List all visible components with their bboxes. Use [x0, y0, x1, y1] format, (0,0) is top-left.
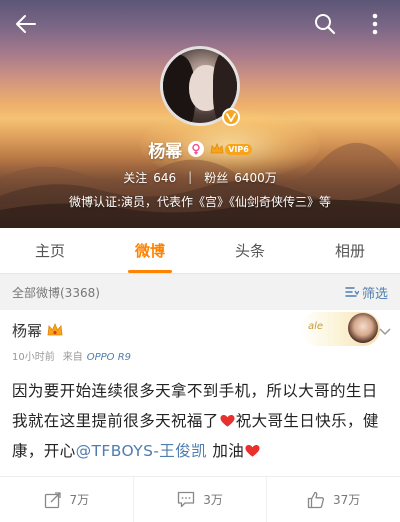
- vip-crown-icon: [46, 322, 64, 338]
- post-actions: 7万 3万 37万: [0, 476, 400, 522]
- tab-headlines[interactable]: 头条: [200, 228, 300, 273]
- back-button[interactable]: [10, 8, 42, 40]
- all-posts-count: 全部微博(3368): [12, 285, 100, 300]
- crown-icon: [210, 143, 224, 154]
- like-count: 37万: [333, 493, 361, 507]
- post-source-label: 来自: [62, 352, 83, 363]
- stats-divider: |: [188, 170, 193, 184]
- thumbs-up-icon: [307, 491, 325, 508]
- search-icon: [315, 14, 336, 35]
- tab-album[interactable]: 相册: [300, 228, 400, 273]
- filter-label: 筛选: [361, 286, 388, 302]
- profile-tabs: 主页 微博 头条 相册: [0, 228, 400, 274]
- post-meta: 10小时前 来自 OPPO R9: [12, 348, 131, 363]
- post-author-name[interactable]: 杨幂: [12, 320, 42, 341]
- repost-icon: [44, 491, 61, 508]
- follow-label: 关注: [123, 170, 148, 185]
- post-card[interactable]: ale 杨幂 10小时前 来自 OPPO R9 因为要开始连续很多天拿不到手机，所以…: [0, 310, 400, 522]
- filter-button[interactable]: 筛选: [345, 283, 388, 302]
- arrow-left-icon: [16, 15, 36, 33]
- fans-stat[interactable]: 粉丝 6400万: [204, 169, 277, 186]
- profile-name: 杨幂: [148, 141, 183, 162]
- like-button[interactable]: 37万: [266, 477, 400, 522]
- card-decoration: ale: [300, 312, 380, 346]
- post-mention-link[interactable]: @TFBOYS-王俊凯: [76, 442, 207, 460]
- repost-count: 7万: [69, 493, 90, 507]
- chevron-down-icon: [379, 328, 391, 336]
- follow-stat[interactable]: 关注 646: [123, 169, 176, 186]
- post-device[interactable]: OPPO R9: [87, 352, 131, 363]
- tab-weibo[interactable]: 微博: [100, 228, 200, 273]
- card-decoration-text: ale: [308, 321, 324, 332]
- heart-icon: [220, 415, 235, 427]
- comment-icon: [178, 491, 195, 508]
- filter-icon: [345, 287, 359, 297]
- card-decoration-portrait: [348, 313, 378, 343]
- vip-level-label: VIP6: [225, 143, 252, 155]
- post-menu-button[interactable]: [377, 324, 393, 340]
- female-gender-icon: [188, 141, 205, 157]
- more-options-button[interactable]: [360, 9, 390, 39]
- fans-count: 6400万: [234, 170, 277, 185]
- fans-label: 粉丝: [204, 170, 229, 185]
- profile-name-row: 杨幂 VIP6: [0, 136, 400, 162]
- vip-badge[interactable]: VIP6: [210, 143, 252, 155]
- repost-button[interactable]: 7万: [0, 477, 133, 522]
- heart-icon: [245, 445, 260, 457]
- search-button[interactable]: [310, 9, 340, 39]
- verified-v-icon: [222, 108, 240, 126]
- post-text-part-3: 加油: [207, 442, 245, 460]
- post-time: 10小时前: [12, 352, 55, 363]
- post-body: 因为要开始连续很多天拿不到手机，所以大哥的生日我就在这里提前很多天祝福了 祝大哥生…: [12, 376, 390, 466]
- verification-text: 微博认证:演员，代表作《宫》《仙剑奇侠传三》等: [68, 195, 332, 209]
- comment-count: 3万: [203, 493, 223, 507]
- filter-bar: 全部微博(3368) 筛选: [0, 276, 400, 308]
- more-vertical-icon: [372, 13, 378, 35]
- tab-home[interactable]: 主页: [0, 228, 100, 273]
- post-header: 杨幂: [12, 318, 64, 342]
- comment-button[interactable]: 3万: [132, 477, 267, 522]
- follow-count: 646: [153, 170, 177, 185]
- profile-stats: 关注 646 | 粉丝 6400万: [0, 166, 400, 188]
